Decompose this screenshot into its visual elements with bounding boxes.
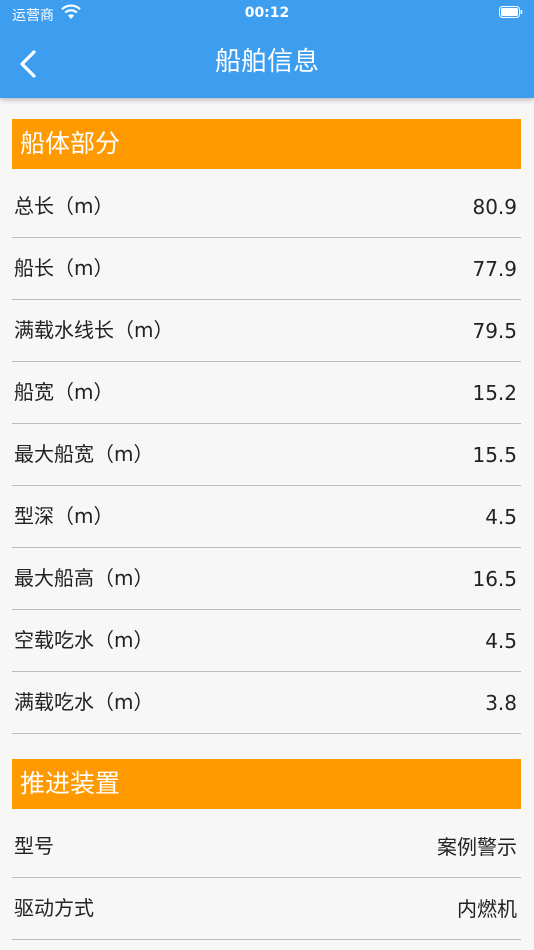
row-label: 船宽（m） <box>14 380 114 404</box>
status-bar: 运营商 00:12 <box>0 0 534 28</box>
status-time: 00:12 <box>244 5 290 21</box>
list-item: 船宽（m） 15.2 <box>12 362 521 424</box>
row-value: 3.8 <box>485 691 517 715</box>
row-label: 型号 <box>14 834 54 858</box>
battery-icon <box>499 6 523 18</box>
row-label: 型深（m） <box>14 504 114 528</box>
list-item: 总长（m） 80.9 <box>12 176 521 238</box>
row-value: 15.2 <box>472 381 517 405</box>
row-value: 案例警示 <box>437 835 517 859</box>
row-value: 80.9 <box>472 195 517 219</box>
row-label: 最大船宽（m） <box>14 442 154 466</box>
nav-bar: 船舶信息 <box>0 28 534 98</box>
row-label: 满载吃水（m） <box>14 690 154 714</box>
list-item: 型号 案例警示 <box>12 816 521 878</box>
row-label: 空载吃水（m） <box>14 628 154 652</box>
list-item: 船长（m） 77.9 <box>12 238 521 300</box>
row-label: 船长（m） <box>14 256 114 280</box>
list-item: 驱动方式 内燃机 <box>12 878 521 940</box>
list-item: 满载吃水（m） 3.8 <box>12 672 521 734</box>
list-item: 最大船宽（m） 15.5 <box>12 424 521 486</box>
row-value: 15.5 <box>472 443 517 467</box>
row-label: 满载水线长（m） <box>14 318 174 342</box>
row-label: 总长（m） <box>14 194 114 218</box>
row-label: 驱动方式 <box>14 896 94 920</box>
row-value: 4.5 <box>485 629 517 653</box>
list-item: 型深（m） 4.5 <box>12 486 521 548</box>
app-header: 运营商 00:12 船舶信息 <box>0 0 534 98</box>
section-header-propulsion: 推进装置 <box>12 759 521 809</box>
list-item: 满载水线长（m） 79.5 <box>12 300 521 362</box>
list-item: 空载吃水（m） 4.5 <box>12 610 521 672</box>
section-header-hull: 船体部分 <box>12 119 521 169</box>
row-value: 4.5 <box>485 505 517 529</box>
row-value: 16.5 <box>472 567 517 591</box>
list-item: 最大船高（m） 16.5 <box>12 548 521 610</box>
row-value: 77.9 <box>472 257 517 281</box>
row-label: 最大船高（m） <box>14 566 154 590</box>
row-value: 79.5 <box>472 319 517 343</box>
page-title: 船舶信息 <box>214 47 319 77</box>
row-value: 内燃机 <box>457 897 517 921</box>
